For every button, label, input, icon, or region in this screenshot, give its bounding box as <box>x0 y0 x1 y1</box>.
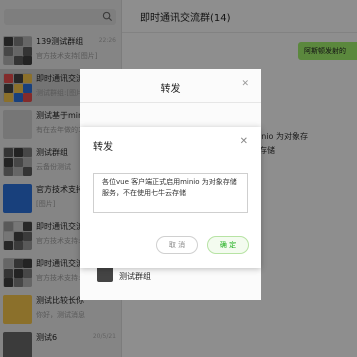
avatar <box>97 266 113 282</box>
confirm-button[interactable]: 确 定 <box>207 236 249 254</box>
forward-dialog-back-title: 转发 <box>160 84 181 95</box>
cancel-button[interactable]: 取 消 <box>156 236 198 254</box>
forward-dialog-title: 转发 <box>93 142 113 153</box>
divider <box>80 102 261 103</box>
close-icon[interactable]: ✕ <box>241 79 249 89</box>
close-icon[interactable]: ✕ <box>240 136 248 147</box>
forward-target-label: 测试群组 <box>119 272 151 281</box>
forward-dialog: 转发 ✕ 各位vue 客户端正式启用minio 为对象存储服务，不在使用七牛云存… <box>80 127 261 268</box>
forward-message-preview: 各位vue 客户端正式启用minio 为对象存储服务，不在使用七牛云存储 <box>93 173 248 213</box>
